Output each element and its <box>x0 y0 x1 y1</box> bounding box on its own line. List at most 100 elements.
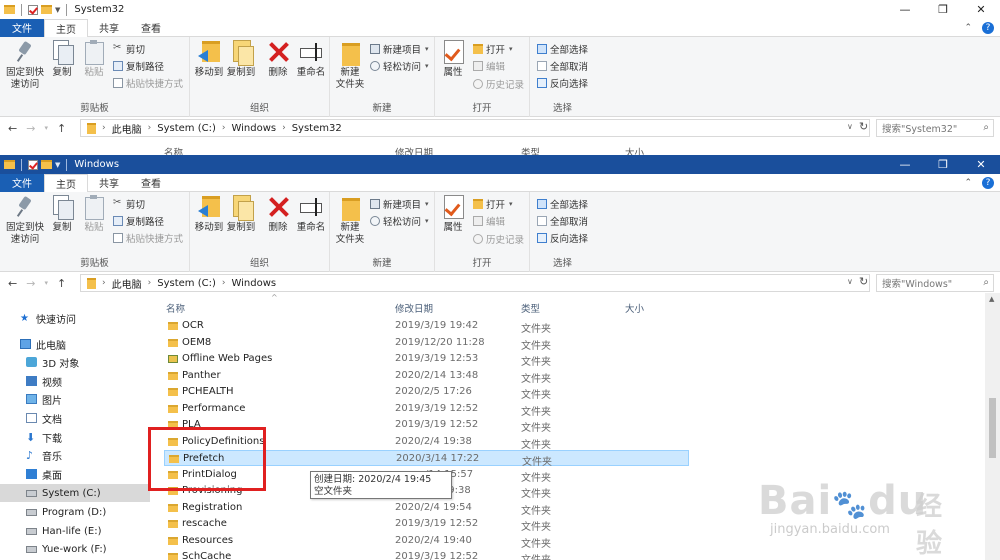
select-none-button[interactable]: 全部取消 <box>537 59 588 73</box>
nav-item-documents[interactable]: 文档 <box>0 409 150 427</box>
file-row[interactable]: rescache 2019/3/19 12:52 文件夹 <box>164 516 689 533</box>
cut-button[interactable]: 剪切 <box>113 197 145 211</box>
minimize-icon[interactable]: — <box>886 155 924 174</box>
tab-share[interactable]: 共享 <box>88 19 130 37</box>
copy-path-button[interactable]: 复制路径 <box>113 214 164 228</box>
search-input[interactable]: 搜索"Windows" ⌕ <box>876 274 994 292</box>
breadcrumb-item[interactable]: Windows <box>231 278 276 289</box>
nav-item-music[interactable]: ♪ 音乐 <box>0 446 150 464</box>
column-size[interactable]: 大小 <box>625 145 644 155</box>
tab-share[interactable]: 共享 <box>88 174 130 192</box>
address-bar[interactable]: › 此电脑 › System (C:) › Windows › System32 <box>80 119 870 137</box>
tab-file[interactable]: 文件 <box>0 18 44 37</box>
breadcrumb-item[interactable]: 此电脑 <box>112 276 142 291</box>
refresh-icon[interactable]: ↻ <box>859 120 868 133</box>
up-icon[interactable]: ↑ <box>57 122 66 135</box>
recent-dropdown-icon[interactable]: ▾ <box>44 124 48 132</box>
nav-item-program-d[interactable]: Program (D:) <box>0 503 150 521</box>
tab-view[interactable]: 查看 <box>130 19 172 37</box>
vertical-scrollbar[interactable]: ▲ <box>985 293 1000 560</box>
properties-button[interactable]: 属性 <box>440 40 466 79</box>
rename-button[interactable]: 重命名 <box>295 40 327 79</box>
column-date[interactable]: 修改日期 <box>395 145 433 155</box>
file-row[interactable]: Registration 2020/2/4 19:54 文件夹 <box>164 500 689 517</box>
new-folder-button[interactable]: 新建 文件夹 <box>334 195 366 246</box>
nav-item-pictures[interactable]: 图片 <box>0 390 150 408</box>
breadcrumb-item[interactable]: System (C:) <box>157 123 216 134</box>
new-folder-button[interactable]: 新建 文件夹 <box>334 40 366 91</box>
edit-button[interactable]: 编辑 <box>473 214 505 228</box>
nav-item-videos[interactable]: 视频 <box>0 372 150 390</box>
file-row[interactable]: OCR 2019/3/19 19:42 文件夹 <box>164 318 689 335</box>
file-row[interactable]: PCHEALTH 2020/2/5 17:26 文件夹 <box>164 384 689 401</box>
paste-shortcut-button[interactable]: 粘贴快捷方式 <box>113 76 183 90</box>
rename-button[interactable]: 重命名 <box>295 195 327 234</box>
new-folder-qat-icon[interactable] <box>41 5 52 14</box>
help-icon[interactable]: ? <box>982 22 994 34</box>
nav-item-quick-access[interactable]: ★ 快速访问 <box>0 309 150 327</box>
invert-selection-button[interactable]: 反向选择 <box>537 76 588 90</box>
copy-button[interactable]: 复制 <box>49 40 75 79</box>
properties-qat-icon[interactable] <box>28 4 38 15</box>
pin-quick-access-button[interactable]: 固定到快 速访问 <box>4 195 46 246</box>
new-folder-qat-icon[interactable] <box>41 160 52 169</box>
column-date[interactable]: 修改日期 <box>395 301 433 315</box>
tab-home[interactable]: 主页 <box>44 18 88 38</box>
minimize-icon[interactable]: — <box>886 0 924 19</box>
properties-qat-icon[interactable] <box>28 159 38 170</box>
nav-item-this-pc[interactable]: 此电脑 <box>0 335 150 353</box>
select-all-button[interactable]: 全部选择 <box>537 197 588 211</box>
address-bar[interactable]: › 此电脑 › System (C:) › Windows <box>80 274 870 292</box>
nav-item-system-c[interactable]: System (C:) <box>0 484 150 502</box>
file-row[interactable]: Performance 2019/3/19 12:52 文件夹 <box>164 401 689 418</box>
up-icon[interactable]: ↑ <box>57 277 66 290</box>
recent-dropdown-icon[interactable]: ▾ <box>44 279 48 287</box>
column-type[interactable]: 类型 <box>521 145 540 155</box>
paste-button[interactable]: 粘贴 <box>81 195 107 234</box>
back-icon[interactable]: ← <box>8 277 17 290</box>
edit-button[interactable]: 编辑 <box>473 59 505 73</box>
copy-to-button[interactable]: 复制到 <box>225 195 257 234</box>
scroll-up-icon[interactable]: ▲ <box>989 295 994 303</box>
file-row[interactable]: Offline Web Pages 2019/3/19 12:53 文件夹 <box>164 351 689 368</box>
nav-item-han-life-e[interactable]: Han-life (E:) <box>0 522 150 540</box>
history-button[interactable]: 历史记录 <box>473 77 524 91</box>
address-dropdown-icon[interactable]: ∨ <box>847 122 853 131</box>
copy-path-button[interactable]: 复制路径 <box>113 59 164 73</box>
breadcrumb-item[interactable]: Windows <box>231 123 276 134</box>
move-to-button[interactable]: 移动到 <box>193 40 225 79</box>
tab-home[interactable]: 主页 <box>44 173 88 193</box>
new-item-button[interactable]: 新建项目 ▾ <box>370 197 429 211</box>
properties-button[interactable]: 属性 <box>440 195 466 234</box>
column-name[interactable]: 名称 <box>166 301 185 315</box>
invert-selection-button[interactable]: 反向选择 <box>537 231 588 245</box>
breadcrumb-item[interactable]: System (C:) <box>157 278 216 289</box>
file-row[interactable]: SchCache 2019/3/19 12:52 文件夹 <box>164 549 689 560</box>
file-row[interactable]: Panther 2020/2/14 13:48 文件夹 <box>164 368 689 385</box>
qat-dropdown-icon[interactable]: ▼ <box>55 6 60 14</box>
file-row[interactable]: Resources 2020/2/4 19:40 文件夹 <box>164 533 689 550</box>
paste-shortcut-button[interactable]: 粘贴快捷方式 <box>113 231 183 245</box>
address-dropdown-icon[interactable]: ∨ <box>847 277 853 286</box>
open-button[interactable]: 打开 ▾ <box>473 197 513 211</box>
breadcrumb-item[interactable]: 此电脑 <box>112 121 142 136</box>
nav-item-downloads[interactable]: ⬇ 下载 <box>0 428 150 446</box>
delete-button[interactable]: 删除 <box>266 40 290 79</box>
move-to-button[interactable]: 移动到 <box>193 195 225 234</box>
tab-view[interactable]: 查看 <box>130 174 172 192</box>
select-all-button[interactable]: 全部选择 <box>537 42 588 56</box>
nav-item-desktop[interactable]: 桌面 <box>0 465 150 483</box>
close-icon[interactable]: ✕ <box>962 155 1000 174</box>
close-icon[interactable]: ✕ <box>962 0 1000 19</box>
maximize-icon[interactable]: ❐ <box>924 155 962 174</box>
new-item-button[interactable]: 新建项目 ▾ <box>370 42 429 56</box>
nav-item-yue-work-f[interactable]: Yue-work (F:) <box>0 540 150 558</box>
qat-dropdown-icon[interactable]: ▼ <box>55 161 60 169</box>
easy-access-button[interactable]: 轻松访问 ▾ <box>370 214 429 228</box>
column-name[interactable]: 名称 <box>164 145 183 155</box>
column-size[interactable]: 大小 <box>625 301 644 315</box>
chevron-up-icon[interactable]: ⌃ <box>964 23 972 33</box>
select-none-button[interactable]: 全部取消 <box>537 214 588 228</box>
maximize-icon[interactable]: ❐ <box>924 0 962 19</box>
column-type[interactable]: 类型 <box>521 301 540 315</box>
